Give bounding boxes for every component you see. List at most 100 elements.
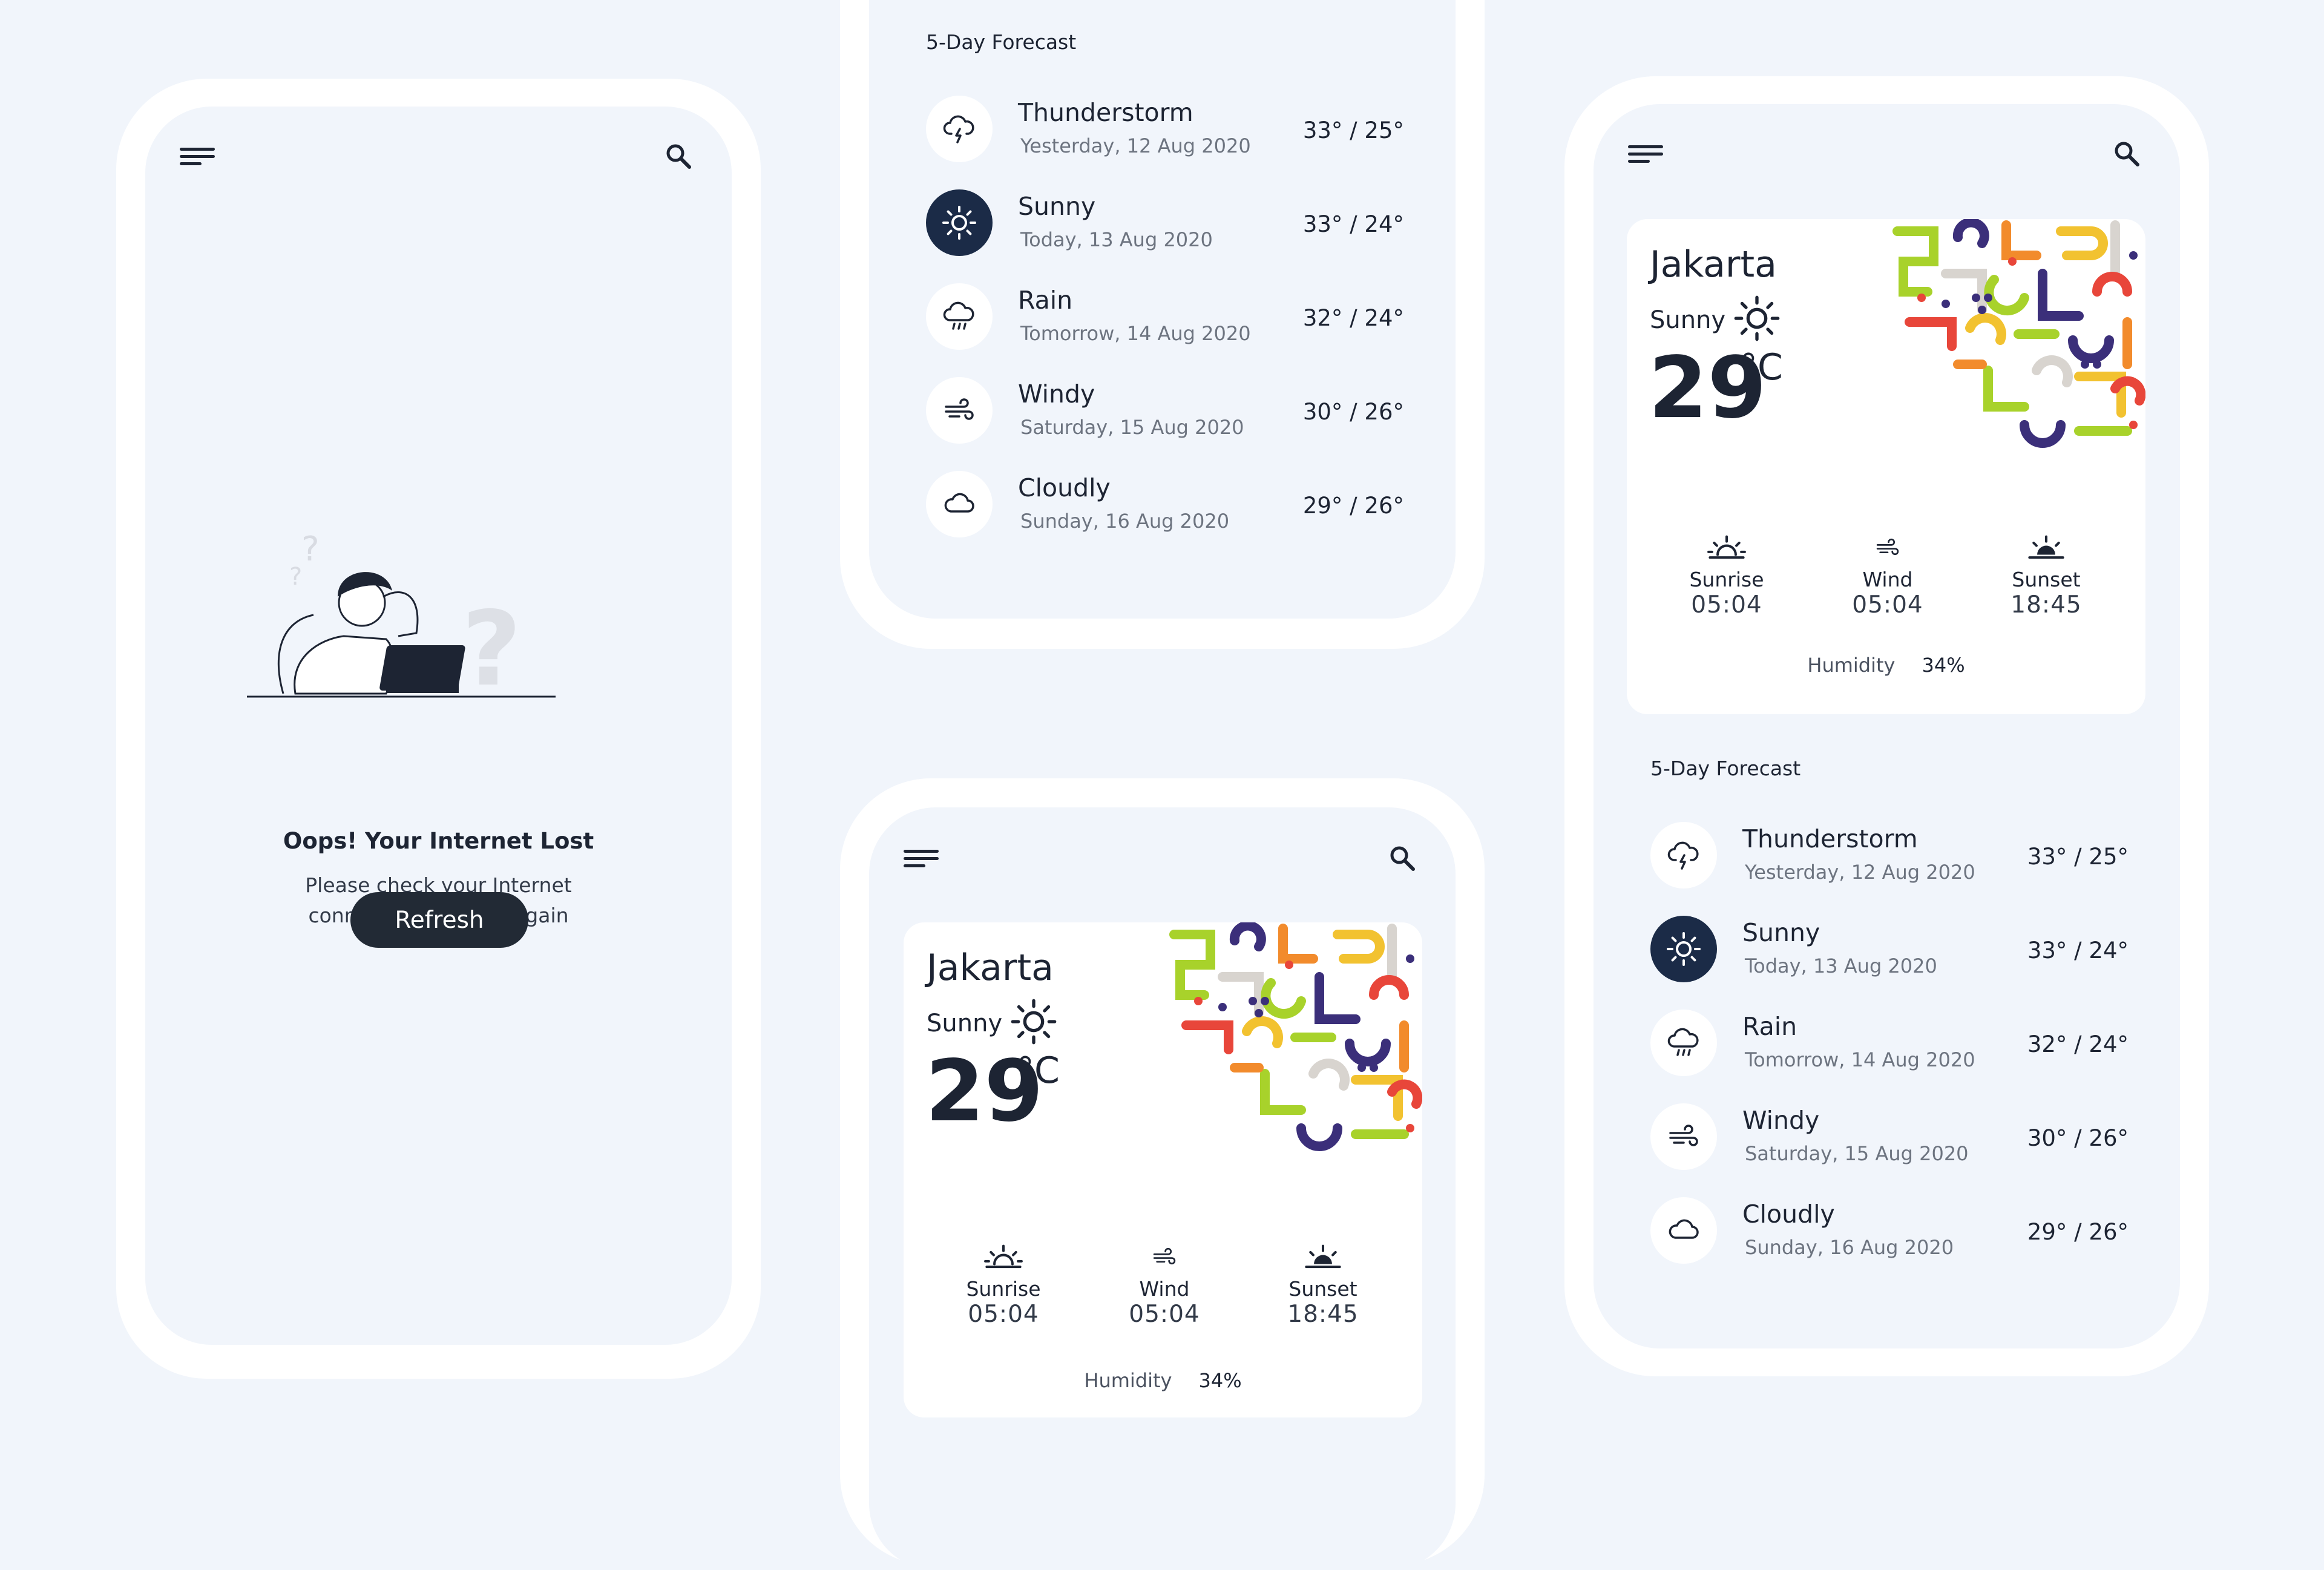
current-weather-card: Jakarta Sunny 29 °C Sunrise 05:04 Wind 0…: [904, 922, 1422, 1417]
wind-stat: Wind 05:04: [1833, 534, 1942, 619]
forecast-row[interactable]: Rain Tomorrow, 14 Aug 2020 32° / 24°: [926, 283, 1404, 350]
forecast-temperature: 30° / 26°: [2027, 1125, 2129, 1151]
forecast-icon-badge: [926, 377, 993, 444]
current-condition: Sunny: [1650, 306, 1726, 334]
forecast-temperature: 33° / 25°: [2027, 844, 2129, 870]
forecast-date: Saturday, 15 Aug 2020: [1020, 416, 1244, 439]
forecast-temperature: 32° / 24°: [2027, 1031, 2129, 1057]
menu-icon[interactable]: [904, 850, 940, 868]
wind-label: Wind: [1139, 1277, 1190, 1301]
search-icon[interactable]: [665, 143, 692, 169]
weather-screen: Jakarta Sunny 29 °C Sunrise 05:04 Wind 0…: [869, 807, 1456, 1570]
full-screen: Jakarta Sunny 29 °C Sunrise 05:04 Wind 0…: [1594, 104, 2180, 1348]
forecast-row[interactable]: Rain Tomorrow, 14 Aug 2020 32° / 24°: [1650, 1010, 2129, 1076]
humidity-value: 34%: [1198, 1369, 1242, 1392]
sunrise-icon: [1705, 534, 1748, 562]
forecast-date: Sunday, 16 Aug 2020: [1020, 510, 1230, 533]
wind-icon: [1666, 1118, 1702, 1155]
forecast-temperature: 33° / 24°: [2027, 938, 2129, 964]
forecast-date: Tomorrow, 14 Aug 2020: [1020, 322, 1251, 345]
forecast-row[interactable]: Thunderstorm Yesterday, 12 Aug 2020 33° / …: [926, 96, 1404, 162]
forecast-condition: Windy: [1742, 1106, 1820, 1135]
forecast-row[interactable]: Cloudly Sunday, 16 Aug 2020 29° / 26°: [1650, 1197, 2129, 1264]
forecast-condition: Rain: [1742, 1012, 1797, 1041]
forecast-temperature: 30° / 26°: [1302, 399, 1404, 425]
sunrise-label: Sunrise: [966, 1277, 1041, 1301]
temperature-unit: °C: [1739, 346, 1783, 389]
sunrise-stat: Sunrise 05:04: [949, 1243, 1058, 1328]
forecast-icon-badge: [1650, 1010, 1717, 1076]
cloud-icon: [941, 486, 977, 522]
rain-icon: [941, 298, 977, 335]
humidity-label: Humidity: [1084, 1369, 1172, 1392]
wind-icon: [1147, 1243, 1181, 1271]
sunset-label: Sunset: [1288, 1277, 1357, 1301]
forecast-row[interactable]: Sunny Today, 13 Aug 2020 33° / 24°: [1650, 916, 2129, 982]
current-condition: Sunny: [927, 1010, 1003, 1037]
thunderstorm-icon: [1666, 837, 1702, 873]
forecast-temperature: 29° / 26°: [1302, 493, 1404, 519]
decorative-pattern: [1885, 219, 2145, 449]
offline-title: Oops! Your Internet Lost: [283, 828, 594, 854]
humidity-value: 34%: [1922, 654, 1965, 677]
sun-icon: [1666, 931, 1702, 967]
forecast-condition: Cloudly: [1018, 473, 1111, 502]
rain-icon: [1666, 1025, 1702, 1061]
sunset-value: 18:45: [2011, 591, 2082, 619]
forecast-temperature: 32° / 24°: [1302, 305, 1404, 331]
wind-value: 05:04: [1852, 591, 1923, 619]
forecast-date: Tomorrow, 14 Aug 2020: [1745, 1048, 1975, 1071]
forecast-icon-badge: [1650, 1103, 1717, 1170]
forecast-date: Yesterday, 12 Aug 2020: [1745, 861, 1975, 884]
forecast-icon-badge: [926, 283, 993, 350]
sunrise-value: 05:04: [968, 1301, 1039, 1328]
wind-icon: [941, 392, 977, 429]
forecast-icon-badge: [926, 471, 993, 537]
forecast-row[interactable]: Windy Saturday, 15 Aug 2020 30° / 26°: [1650, 1103, 2129, 1170]
forecast-condition: Thunderstorm: [1742, 824, 1918, 853]
svg-text:?: ?: [289, 563, 302, 591]
menu-icon[interactable]: [1628, 145, 1664, 163]
wind-label: Wind: [1862, 568, 1913, 591]
forecast-title: 5-Day Forecast: [1650, 757, 1801, 780]
decorative-pattern: [1162, 922, 1422, 1152]
forecast-condition: Thunderstorm: [1018, 98, 1193, 127]
forecast-temperature: 33° / 25°: [1302, 117, 1404, 143]
forecast-icon-badge: [1650, 916, 1717, 982]
sunrise-label: Sunrise: [1689, 568, 1764, 591]
svg-text:?: ?: [301, 530, 320, 569]
forecast-temperature: 33° / 24°: [1302, 211, 1404, 237]
humidity-label: Humidity: [1807, 654, 1896, 677]
wind-icon: [1871, 534, 1905, 562]
forecast-condition: Cloudly: [1742, 1200, 1835, 1229]
sunset-label: Sunset: [2012, 568, 2081, 591]
sunset-value: 18:45: [1287, 1301, 1359, 1328]
sun-icon: [1733, 294, 1781, 343]
forecast-condition: Sunny: [1018, 192, 1096, 221]
sunrise-stat: Sunrise 05:04: [1672, 534, 1781, 619]
cloud-icon: [1666, 1212, 1702, 1249]
forecast-row[interactable]: Thunderstorm Yesterday, 12 Aug 2020 33° / …: [1650, 822, 2129, 888]
forecast-date: Saturday, 15 Aug 2020: [1745, 1142, 1969, 1165]
sunrise-value: 05:04: [1691, 591, 1762, 619]
forecast-title: 5-Day Forecast: [926, 30, 1077, 54]
forecast-row[interactable]: Cloudly Sunday, 16 Aug 2020 29° / 26°: [926, 471, 1404, 537]
wind-value: 05:04: [1129, 1301, 1200, 1328]
sunset-stat: Sunset 18:45: [1992, 534, 2101, 619]
sunset-stat: Sunset 18:45: [1269, 1243, 1377, 1328]
humidity: Humidity 34%: [1627, 654, 2145, 677]
forecast-condition: Rain: [1018, 286, 1073, 315]
forecast-temperature: 29° / 26°: [2027, 1219, 2129, 1245]
forecast-row[interactable]: Windy Saturday, 15 Aug 2020 30° / 26°: [926, 377, 1404, 444]
current-weather-card: Jakarta Sunny 29 °C Sunrise 05:04 Wind 0…: [1627, 219, 2145, 714]
thunderstorm-icon: [941, 111, 977, 147]
forecast-icon-badge: [1650, 822, 1717, 888]
sunset-icon: [2025, 534, 2067, 562]
search-icon[interactable]: [2113, 140, 2140, 167]
menu-icon[interactable]: [180, 148, 216, 166]
search-icon[interactable]: [1389, 845, 1416, 872]
confused-person-illustration: ? ? ?: [247, 530, 556, 706]
sun-icon: [1009, 997, 1058, 1046]
refresh-button[interactable]: Refresh: [350, 892, 528, 948]
forecast-row[interactable]: Sunny Today, 13 Aug 2020 33° / 24°: [926, 189, 1404, 256]
